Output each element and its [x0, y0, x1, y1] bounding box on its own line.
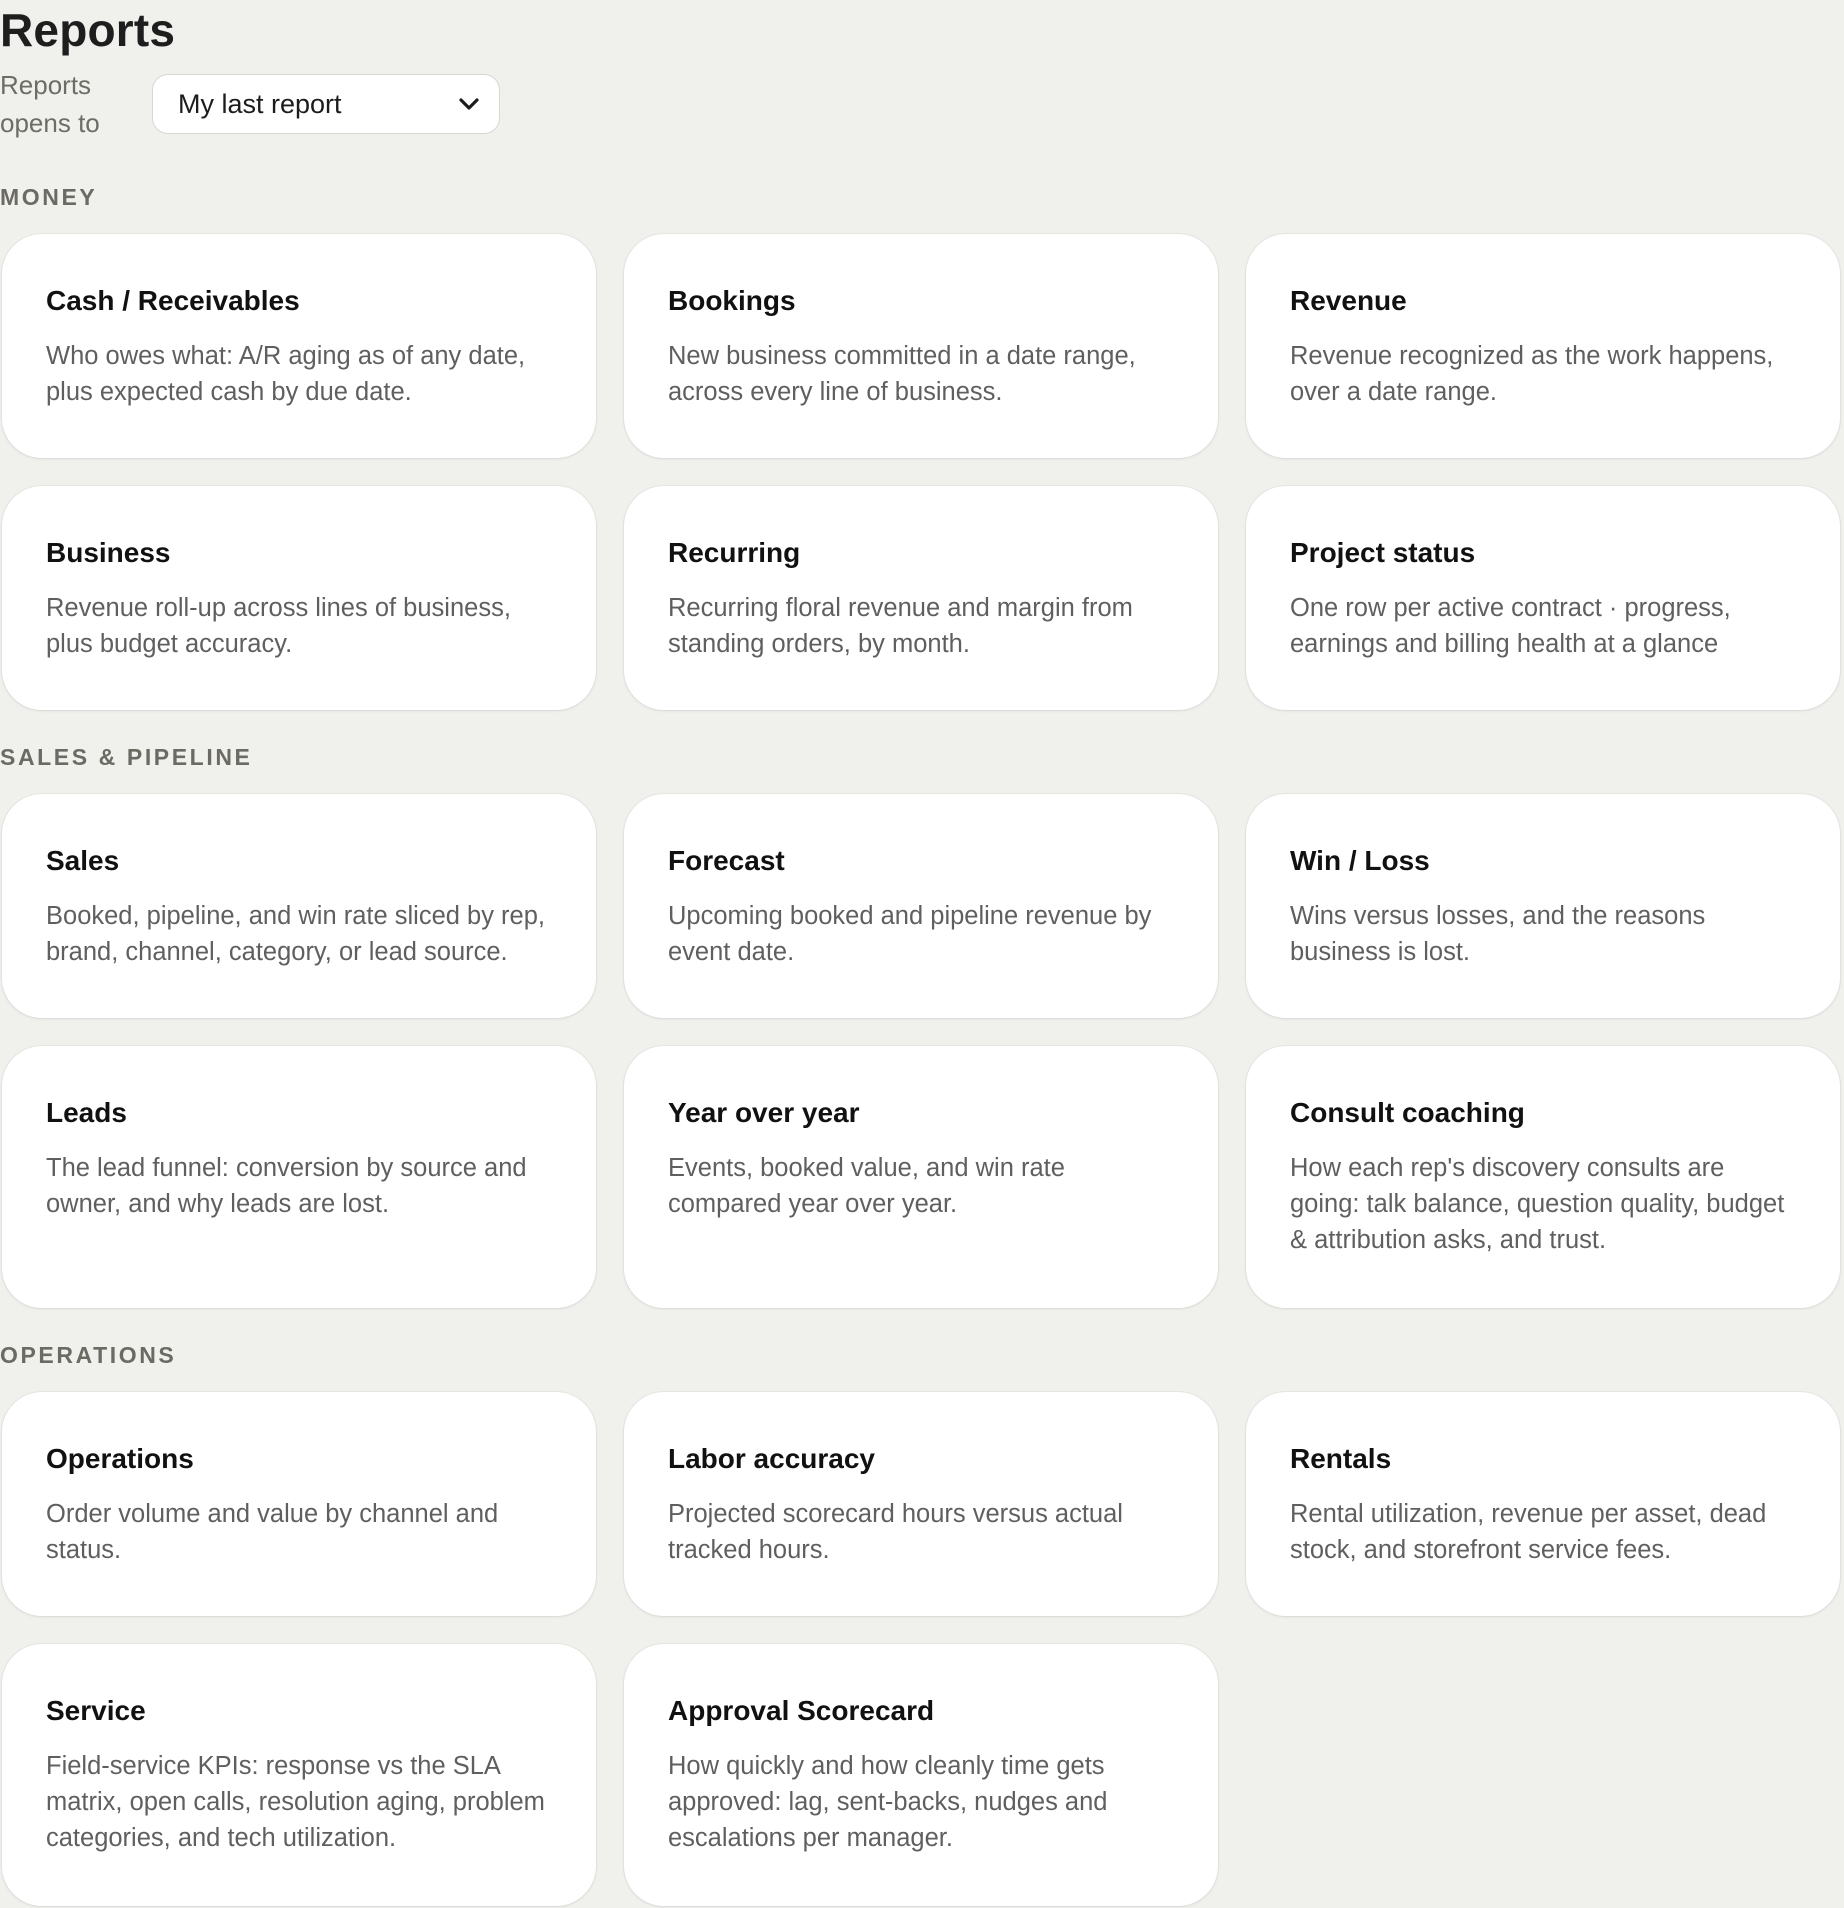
report-card-description: Revenue recognized as the work happens, … [1290, 342, 1774, 406]
report-card-description: New business committed in a date range, … [668, 342, 1136, 406]
report-card-description: How each rep's discovery consults are go… [1290, 1154, 1785, 1254]
report-card-sales[interactable]: Sales Booked, pipeline, and win rate sli… [2, 794, 596, 1018]
opens-to-row: Reports opens to My last report [0, 66, 500, 142]
operations-report-grid: Operations Order volume and value by cha… [2, 1392, 1840, 1906]
report-card-title: Approval Scorecard [668, 1695, 935, 1726]
report-card-title: Sales [46, 845, 120, 876]
report-card-description: Field-service KPIs: response vs the SLA … [46, 1752, 545, 1852]
report-card-cash-receivables[interactable]: Cash / Receivables Who owes what: A/R ag… [2, 234, 596, 458]
report-card-title: Business [46, 537, 171, 568]
report-card-recurring[interactable]: Recurring Recurring floral revenue and m… [624, 486, 1218, 710]
report-card-description: Who owes what: A/R aging as of any date,… [46, 342, 526, 406]
opens-to-selected-value: My last report [178, 88, 342, 119]
report-card-title: Cash / Receivables [46, 285, 300, 316]
report-card-operations[interactable]: Operations Order volume and value by cha… [2, 1392, 596, 1616]
report-card-title: Win / Loss [1290, 845, 1430, 876]
report-card-labor-accuracy[interactable]: Labor accuracy Projected scorecard hours… [624, 1392, 1218, 1616]
report-card-win-loss[interactable]: Win / Loss Wins versus losses, and the r… [1246, 794, 1840, 1018]
report-card-description: Projected scorecard hours versus actual … [668, 1500, 1123, 1564]
report-card-description: Wins versus losses, and the reasons busi… [1290, 902, 1706, 966]
report-card-forecast[interactable]: Forecast Upcoming booked and pipeline re… [624, 794, 1218, 1018]
opens-to-select[interactable]: My last report [152, 74, 500, 134]
report-card-title: Bookings [668, 285, 796, 316]
report-card-rentals[interactable]: Rentals Rental utilization, revenue per … [1246, 1392, 1840, 1616]
report-card-revenue[interactable]: Revenue Revenue recognized as the work h… [1246, 234, 1840, 458]
report-card-description: Rental utilization, revenue per asset, d… [1290, 1500, 1767, 1564]
section-heading-operations: OPERATIONS [0, 1342, 177, 1368]
report-card-description: Order volume and value by channel and st… [46, 1500, 499, 1564]
opens-to-label: Reports opens to [0, 70, 100, 138]
report-card-description: The lead funnel: conversion by source an… [46, 1154, 527, 1218]
section-heading-sales-pipeline: SALES & PIPELINE [0, 744, 253, 770]
chevron-down-icon [459, 98, 479, 110]
report-card-description: How quickly and how cleanly time gets ap… [668, 1752, 1108, 1852]
report-card-description: One row per active contract · progress, … [1290, 594, 1731, 658]
report-card-title: Year over year [668, 1097, 860, 1128]
report-card-description: Recurring floral revenue and margin from… [668, 594, 1133, 658]
report-card-consult-coaching[interactable]: Consult coaching How each rep's discover… [1246, 1046, 1840, 1308]
report-card-year-over-year[interactable]: Year over year Events, booked value, and… [624, 1046, 1218, 1308]
report-card-title: Revenue [1290, 285, 1407, 316]
report-card-title: Leads [46, 1097, 127, 1128]
report-card-title: Recurring [668, 537, 801, 568]
report-card-business[interactable]: Business Revenue roll-up across lines of… [2, 486, 596, 710]
report-card-title: Forecast [668, 845, 785, 876]
section-heading-money: MONEY [0, 184, 98, 210]
report-card-title: Operations [46, 1443, 194, 1474]
report-card-title: Rentals [1290, 1443, 1392, 1474]
money-report-grid: Cash / Receivables Who owes what: A/R ag… [2, 234, 1840, 710]
report-card-bookings[interactable]: Bookings New business committed in a dat… [624, 234, 1218, 458]
report-card-description: Events, booked value, and win rate compa… [668, 1154, 1065, 1218]
report-card-title: Consult coaching [1290, 1097, 1525, 1128]
report-card-description: Revenue roll-up across lines of business… [46, 594, 511, 658]
page-title: Reports [0, 4, 176, 56]
report-card-title: Project status [1290, 537, 1476, 568]
sales-report-grid: Sales Booked, pipeline, and win rate sli… [2, 794, 1840, 1308]
report-card-description: Upcoming booked and pipeline revenue by … [668, 902, 1152, 966]
report-card-service[interactable]: Service Field-service KPIs: response vs … [2, 1644, 596, 1906]
report-card-description: Booked, pipeline, and win rate sliced by… [46, 902, 545, 966]
report-card-leads[interactable]: Leads The lead funnel: conversion by sou… [2, 1046, 596, 1308]
report-card-title: Labor accuracy [668, 1443, 875, 1474]
report-card-project-status[interactable]: Project status One row per active contra… [1246, 486, 1840, 710]
report-card-approval-scorecard[interactable]: Approval Scorecard How quickly and how c… [624, 1644, 1218, 1906]
report-card-title: Service [46, 1695, 146, 1726]
